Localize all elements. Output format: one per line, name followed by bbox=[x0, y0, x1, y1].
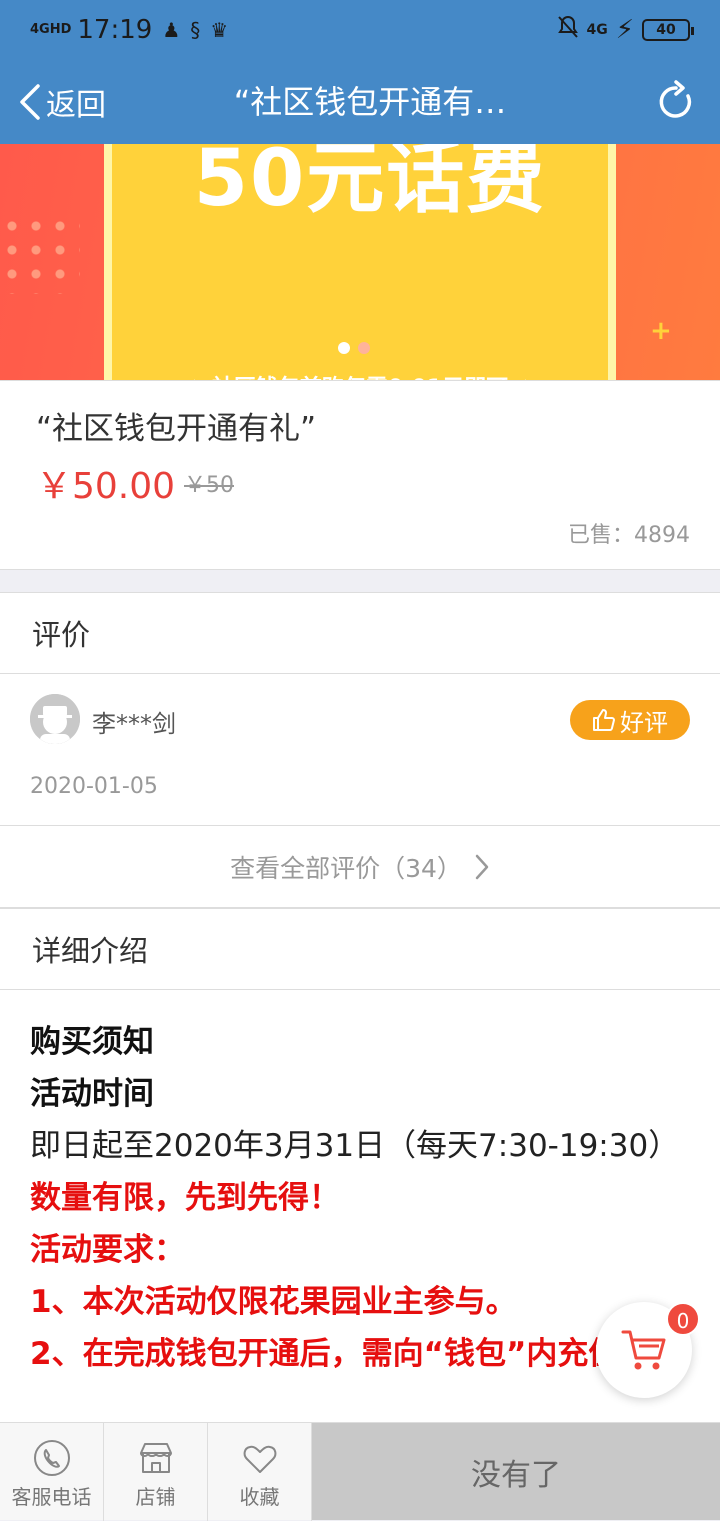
reviews-title: 评价 bbox=[32, 618, 91, 652]
requirement-1: 1、本次活动仅限花果园业主参与。 bbox=[30, 1284, 517, 1320]
user-avatar-icon bbox=[30, 694, 80, 744]
carousel-dot-active[interactable] bbox=[338, 342, 350, 354]
avatar bbox=[30, 694, 80, 744]
customer-service-label: 客服电话 bbox=[11, 1485, 92, 1509]
requirements-heading: 活动要求： bbox=[30, 1232, 185, 1268]
reviews-header: 评价 bbox=[0, 592, 720, 674]
chevron-left-icon bbox=[20, 84, 40, 120]
details-header: 详细介绍 bbox=[0, 908, 720, 990]
charging-icon: ⚡ bbox=[615, 15, 634, 45]
cart-count-badge: 0 bbox=[666, 1302, 700, 1336]
product-info: “社区钱包开通有礼” ￥50.00 ￥50 已售：4894 bbox=[0, 380, 720, 570]
sold-count: 已售：4894 bbox=[568, 523, 690, 548]
phone-icon bbox=[33, 1440, 70, 1476]
customer-service-button[interactable]: 客服电话 bbox=[0, 1423, 104, 1521]
activity-time-text: 即日起至2020年3月31日（每天7:30-19:30） bbox=[30, 1128, 680, 1164]
clock: 17:19 bbox=[77, 15, 153, 45]
sold-out-button[interactable]: 没有了 bbox=[312, 1423, 720, 1520]
carousel-indicator[interactable] bbox=[338, 342, 370, 354]
page-title: “社区钱包开通有… bbox=[233, 83, 507, 121]
network-type: 4G bbox=[586, 22, 608, 38]
store-icon bbox=[139, 1443, 172, 1473]
details-title: 详细介绍 bbox=[32, 934, 149, 968]
review-date: 2020-01-05 bbox=[30, 774, 158, 799]
crown-icon: ♛ bbox=[210, 18, 229, 42]
decor-dots bbox=[0, 214, 80, 294]
refresh-icon bbox=[659, 80, 692, 118]
cart-icon bbox=[621, 1330, 666, 1370]
nav-bar: 返回 “社区钱包开通有… bbox=[0, 60, 720, 144]
reviewer-name: 李***剑 bbox=[92, 710, 176, 738]
product-price: ￥50.00 bbox=[36, 466, 176, 507]
status-right: 4G ⚡ 40 bbox=[557, 15, 694, 46]
back-button[interactable]: 返回 bbox=[18, 60, 106, 144]
purchase-notice-heading: 购买须知 bbox=[30, 1024, 154, 1060]
view-all-label: 查看全部评价（34） bbox=[230, 853, 462, 883]
plus-decor-icon: + bbox=[650, 316, 672, 346]
product-name: “社区钱包开通有礼” bbox=[36, 411, 317, 447]
original-price: ￥50 bbox=[184, 473, 234, 498]
banner-headline: 50元话费 bbox=[193, 144, 547, 224]
favorite-label: 收藏 bbox=[239, 1485, 280, 1509]
carousel-dot[interactable] bbox=[358, 342, 370, 354]
back-label: 返回 bbox=[46, 88, 106, 123]
app-notification-icon: § bbox=[190, 18, 201, 42]
banner-subline: ★ 社区钱包首购仅需0.01元即可 ★ bbox=[104, 370, 616, 380]
requirement-2: 2、在完成钱包开通后，需向“钱包”内充值5 bbox=[30, 1336, 641, 1372]
review-item: 李***剑 好评 2020-01-05 bbox=[0, 674, 720, 826]
network-indicator: 4GHD bbox=[30, 22, 72, 37]
status-bar: 4GHD 17:19 ♟ § ♛ 4G ⚡ 40 bbox=[0, 0, 720, 60]
refresh-button[interactable] bbox=[656, 80, 696, 124]
favorite-button[interactable]: 收藏 bbox=[208, 1423, 312, 1521]
notification-icon: ♟ bbox=[162, 18, 181, 42]
thumbs-up-icon bbox=[593, 709, 615, 731]
rating-label: 好评 bbox=[620, 708, 668, 737]
activity-time-heading: 活动时间 bbox=[30, 1076, 154, 1112]
chevron-right-icon bbox=[475, 854, 489, 879]
shop-button[interactable]: 店铺 bbox=[104, 1423, 208, 1521]
battery-level: 40 bbox=[656, 22, 676, 38]
rating-badge: 好评 bbox=[570, 700, 690, 740]
limited-quantity-text: 数量有限，先到先得！ bbox=[30, 1180, 340, 1216]
view-all-reviews-link[interactable]: 查看全部评价（34） bbox=[0, 826, 720, 908]
shop-label: 店铺 bbox=[135, 1485, 176, 1509]
battery-icon: 40 bbox=[642, 19, 694, 41]
bottom-action-bar: 客服电话 店铺 收藏 没有了 bbox=[0, 1422, 720, 1521]
heart-icon bbox=[243, 1445, 276, 1473]
mute-icon bbox=[557, 15, 579, 46]
